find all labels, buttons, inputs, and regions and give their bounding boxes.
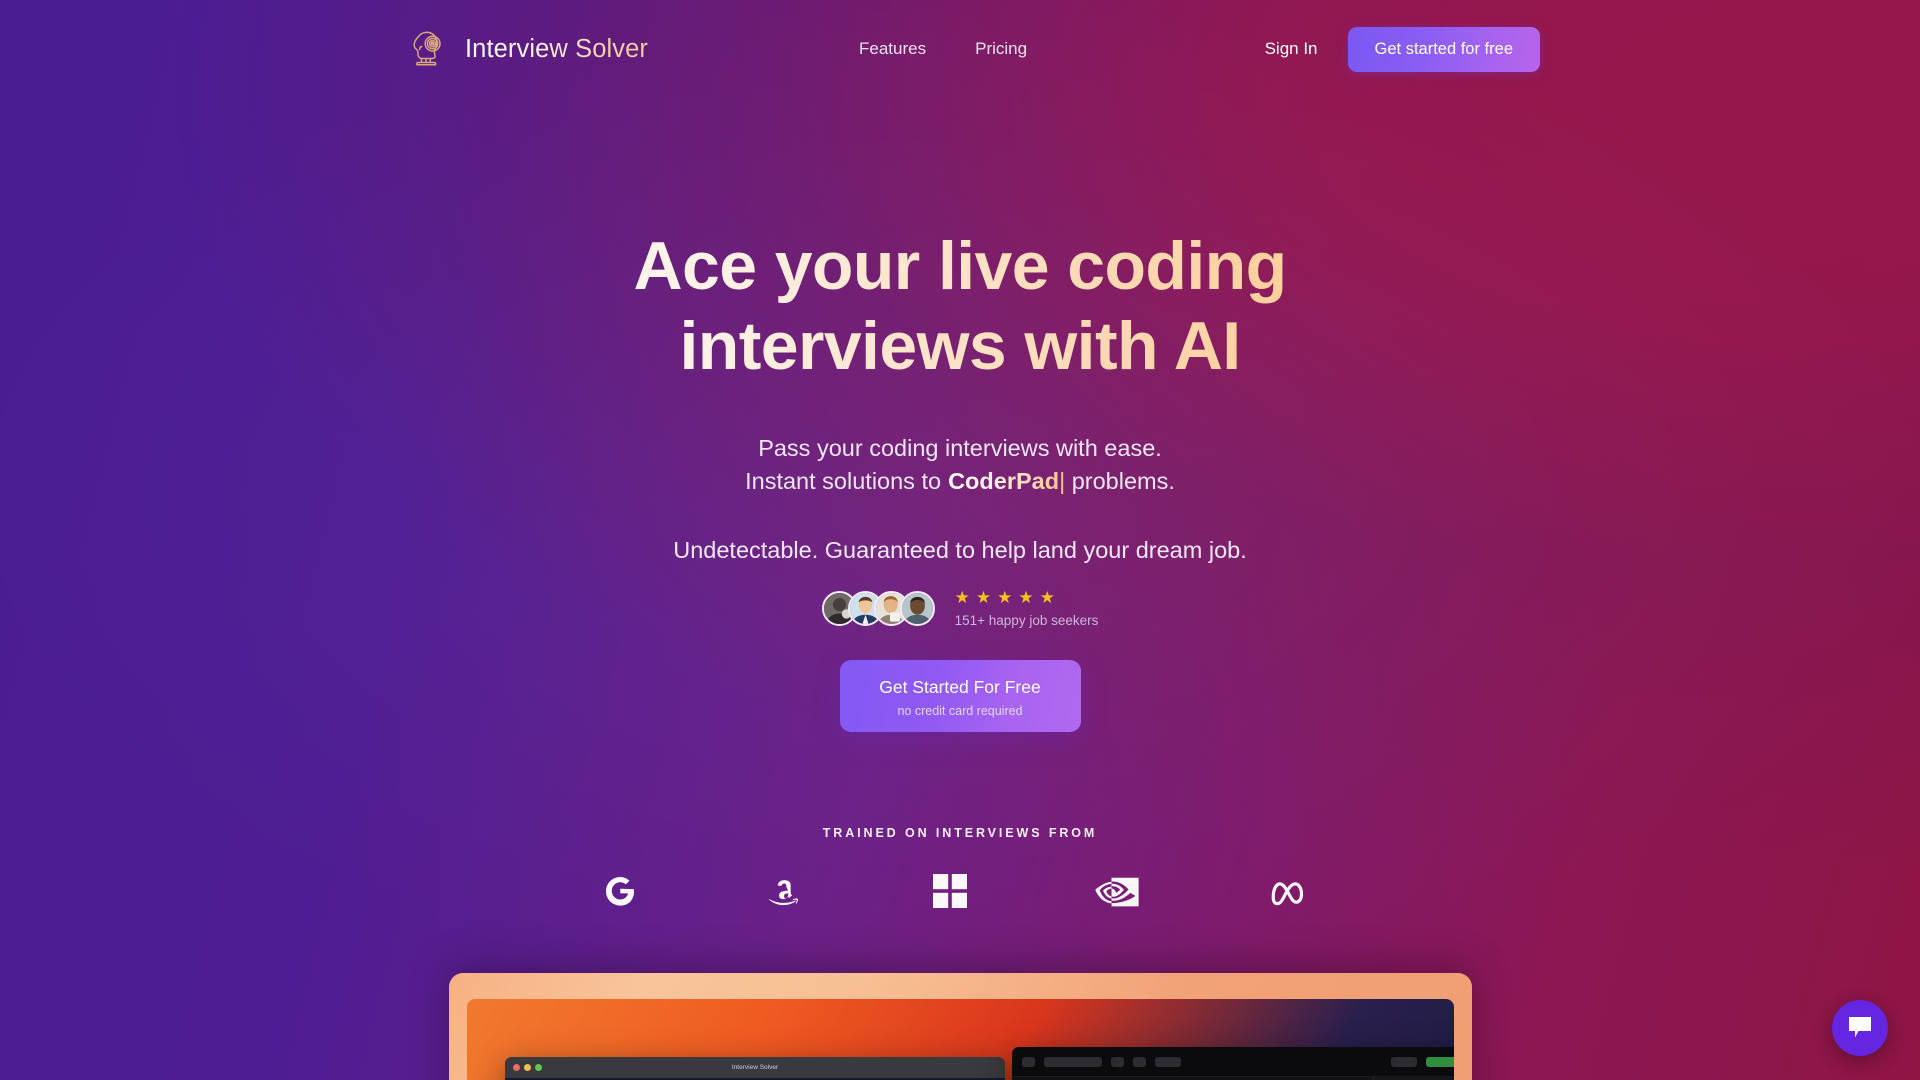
hero-headline: Ace your live coding interviews with AI [430,232,1490,380]
product-screenshot-inner: Interview Solver [467,999,1454,1080]
microsoft-logo [933,868,967,914]
star-icon: ★ [1039,588,1055,608]
hero-sub-keyword: CoderPad [948,467,1060,494]
chat-widget-button[interactable] [1832,1000,1888,1056]
rating-block: ★ ★ ★ ★ ★ 151+ happy job seekers [955,589,1099,628]
hero-cta-wrap: Get Started For Free no credit card requ… [0,660,1920,733]
star-rating: ★ ★ ★ ★ ★ [955,589,1099,606]
hero-sub-line-1: Pass your coding interviews with ease. [758,435,1162,461]
star-icon: ★ [997,588,1013,608]
get-started-hero-button[interactable]: Get Started For Free no credit card requ… [839,660,1081,733]
star-icon: ★ [954,588,970,608]
social-proof: ★ ★ ★ ★ ★ 151+ happy job seekers [0,589,1920,628]
meta-logo [1269,868,1317,914]
nvidia-logo [1095,868,1141,914]
hero-cta-subtext: no credit card required [897,704,1023,719]
hero-headline-line-1: Ace your live coding [633,228,1287,304]
google-logo [603,868,637,914]
hero-sub-prefix: Instant solutions to [745,467,942,494]
hero-cta-label: Get Started For Free [879,677,1041,698]
toolbar-item [1391,1056,1417,1067]
landing-page: Interview Solver Features Pricing Sign I… [0,0,1920,1080]
window-titlebar: Interview Solver [505,1057,1005,1078]
toolbar-item [1155,1056,1181,1067]
happy-users-count: 151+ happy job seekers [954,613,1099,629]
logos-row [0,868,1920,914]
toolbar-item [1133,1056,1146,1067]
toolbar-item [1022,1056,1035,1067]
toolbar-item [1111,1056,1124,1067]
star-icon: ★ [975,588,992,608]
hero-tagline: Undetectable. Guaranteed to help land yo… [673,537,1247,564]
toolbar-item [1044,1056,1102,1067]
app-window-solver: Interview Solver [505,1057,1005,1080]
hero-sub-line-2: Instant solutions to CoderPad| problems. [0,465,1920,498]
hero-section: Ace your live coding interviews with AI … [0,0,1920,733]
hero-sub-suffix: problems. [1065,467,1175,494]
app-window-coderpad [1012,1047,1454,1080]
hero-headline-line-2: interviews with AI [679,308,1241,384]
star-icon: ★ [1018,588,1034,608]
window-title: Interview Solver [731,1064,779,1071]
product-screenshot-mockup: Interview Solver [449,973,1472,1080]
chat-bubble-icon [1847,1015,1873,1042]
hero-subheadline: Pass your coding interviews with ease. I… [0,432,1920,497]
run-button [1426,1056,1454,1067]
trusted-logos-section: TRAINED ON INTERVIEWS FROM [0,826,1920,914]
logos-section-title: TRAINED ON INTERVIEWS FROM [822,826,1098,840]
ide-toolbar [1012,1047,1454,1077]
amazon-logo [765,868,805,914]
avatar-group [821,591,935,627]
avatar [899,591,935,627]
